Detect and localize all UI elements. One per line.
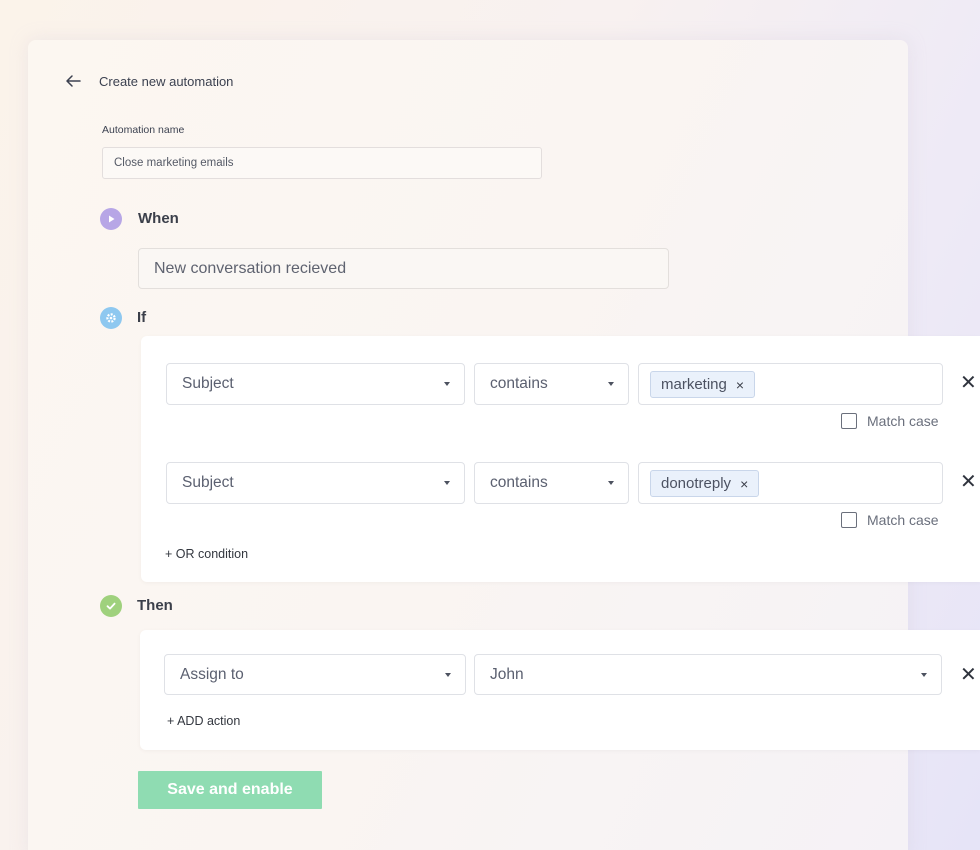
match-case-checkbox[interactable]: [841, 512, 857, 528]
condition-tag-input[interactable]: donotreply ×: [638, 462, 943, 504]
caret-down-icon: [608, 382, 614, 386]
action-value-select[interactable]: John: [474, 654, 942, 695]
condition-field-value: Subject: [182, 375, 234, 392]
match-case-label: Match case: [867, 413, 939, 429]
when-trigger-select[interactable]: New conversation recieved: [138, 248, 669, 289]
condition-field-select[interactable]: Subject: [166, 363, 465, 405]
tag-remove-icon[interactable]: ×: [736, 378, 744, 392]
caret-down-icon: [444, 481, 450, 485]
automation-name-label: Automation name: [102, 124, 185, 136]
action-type-select[interactable]: Assign to: [164, 654, 466, 695]
condition-tag: donotreply ×: [650, 470, 760, 497]
tag-remove-icon[interactable]: ×: [740, 477, 748, 491]
match-case-checkbox[interactable]: [841, 413, 857, 429]
condition-operator-select[interactable]: contains: [474, 462, 629, 504]
caret-down-icon: [608, 481, 614, 485]
match-case-label: Match case: [867, 512, 939, 528]
when-trigger-value: New conversation recieved: [154, 259, 347, 277]
arrow-left-icon[interactable]: [64, 72, 82, 90]
condition-operator-value: contains: [490, 474, 548, 491]
save-and-enable-button[interactable]: Save and enable: [138, 771, 322, 809]
remove-action-icon[interactable]: ✕: [960, 665, 977, 685]
automation-name-input[interactable]: [102, 147, 542, 179]
action-value: John: [490, 665, 524, 683]
condition-operator-value: contains: [490, 375, 548, 392]
remove-condition-icon[interactable]: ✕: [960, 472, 977, 492]
remove-condition-icon[interactable]: ✕: [960, 373, 977, 393]
condition-field-value: Subject: [182, 474, 234, 491]
add-action-link[interactable]: + ADD action: [167, 714, 240, 728]
if-title: If: [137, 309, 147, 326]
check-icon: [100, 595, 122, 617]
condition-tag-label: marketing: [661, 376, 727, 393]
condition-tag: marketing ×: [650, 371, 756, 398]
then-title: Then: [137, 597, 173, 614]
condition-operator-select[interactable]: contains: [474, 363, 629, 405]
caret-down-icon: [445, 673, 451, 677]
condition-tag-input[interactable]: marketing ×: [638, 363, 943, 405]
caret-down-icon: [444, 382, 450, 386]
action-type-value: Assign to: [180, 665, 244, 683]
match-case-option[interactable]: Match case: [841, 413, 939, 429]
condition-tag-label: donotreply: [661, 475, 732, 492]
page-header: Create new automation: [64, 72, 233, 90]
play-icon: [100, 208, 122, 230]
gear-icon: [100, 307, 122, 329]
when-title: When: [138, 210, 179, 227]
match-case-option[interactable]: Match case: [841, 512, 939, 528]
add-or-condition-link[interactable]: + OR condition: [165, 547, 248, 561]
page-title: Create new automation: [99, 73, 234, 89]
condition-field-select[interactable]: Subject: [166, 462, 465, 504]
caret-down-icon: [921, 673, 927, 677]
